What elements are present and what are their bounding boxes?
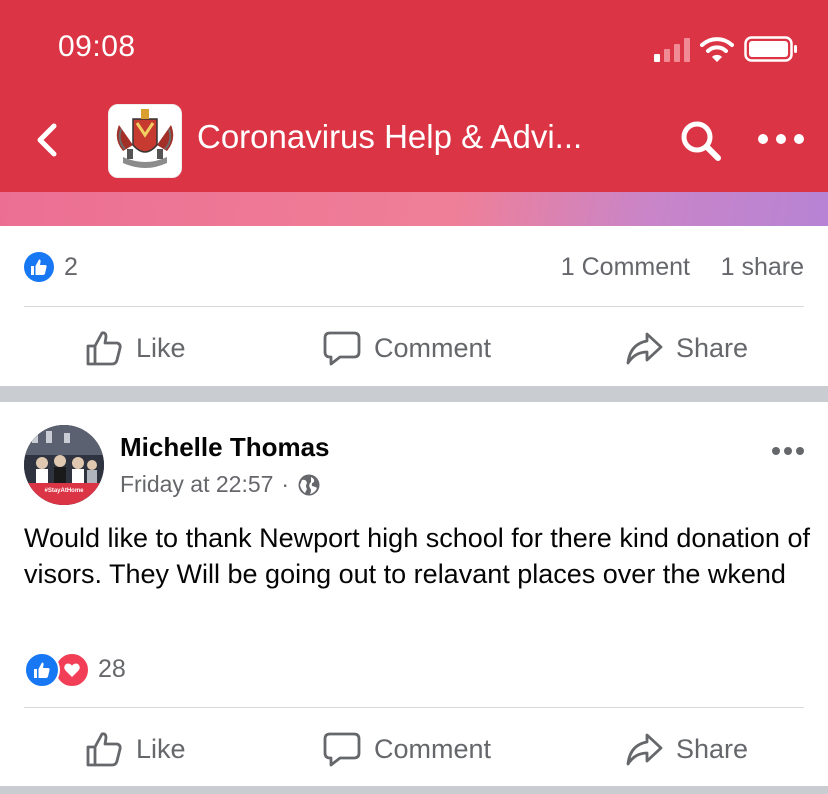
globe-icon [298,474,320,495]
heart-icon [64,663,80,677]
like-button[interactable]: Like [84,323,186,373]
meta-separator: · [281,471,290,497]
group-avatar[interactable] [108,104,182,178]
like-count[interactable]: 2 [64,253,78,282]
cover-photo-strip [0,192,828,226]
divider [24,306,804,307]
more-dot [796,447,804,455]
reaction-count: 28 [98,655,126,683]
share-button[interactable]: Share [624,323,748,373]
comment-bubble-icon [323,331,361,366]
more-dot [794,134,804,144]
thumbs-up-outline-icon [86,732,122,767]
share-button[interactable]: Share [624,724,748,774]
post-actions: Like Comment Share [0,323,828,373]
post-timestamp[interactable]: Friday at 22:57 [120,471,273,498]
status-time: 09:08 [58,30,136,63]
more-dot [758,134,768,144]
status-icons [654,36,798,62]
group-title[interactable]: Coronavirus Help & Advi... [197,118,582,156]
wifi-icon [700,37,734,62]
comment-label: Comment [374,332,492,363]
group-header: 09:08 Coronavirus Help & Advi... [0,0,828,192]
share-arrow-icon [626,332,663,365]
like-button[interactable]: Like [84,724,186,774]
search-icon [681,121,721,161]
post-text: Would like to thank Newport high school … [24,523,810,589]
chevron-left-icon [37,123,57,157]
comments-count[interactable]: 1 Comment [561,253,690,282]
comment-button[interactable]: Comment [322,323,491,373]
comment-button[interactable]: Comment [322,724,491,774]
cellular-signal-icon [654,38,690,62]
post-stats: 2 1 Comment 1 share [24,248,804,288]
share-label: Share [676,332,749,363]
post-author[interactable]: Michelle Thomas [120,432,330,463]
feed-separator [0,786,828,794]
crest-logo-icon [109,105,181,177]
post-actions: Like Comment Share [0,724,828,774]
avatar-banner-text: #StayAtHome [44,488,84,494]
divider [24,707,804,708]
profile-photo-icon: #StayAtHome [24,425,104,505]
like-reaction-badge [24,652,60,688]
shares-count[interactable]: 1 share [721,253,804,282]
more-dot [772,447,780,455]
feed-separator [0,386,828,402]
share-arrow-icon [626,733,663,766]
like-label: Like [136,332,186,363]
comment-bubble-icon [323,732,361,767]
thumbs-up-outline-icon [86,331,122,366]
thumbs-up-icon [34,662,50,678]
share-label: Share [676,733,749,764]
more-dot [776,134,786,144]
more-dot [784,447,792,455]
thumbs-up-icon [31,259,47,275]
comment-label: Comment [374,733,492,764]
like-reaction-badge[interactable] [24,252,54,282]
post-meta: Friday at 22:57 · [120,471,321,498]
battery-icon [744,36,797,62]
like-label: Like [136,733,186,764]
more-options-button[interactable] [758,127,804,151]
post-more-button[interactable] [772,447,804,457]
search-button[interactable] [678,118,722,162]
back-button[interactable] [30,118,66,162]
author-avatar[interactable]: #StayAtHome [24,425,104,505]
